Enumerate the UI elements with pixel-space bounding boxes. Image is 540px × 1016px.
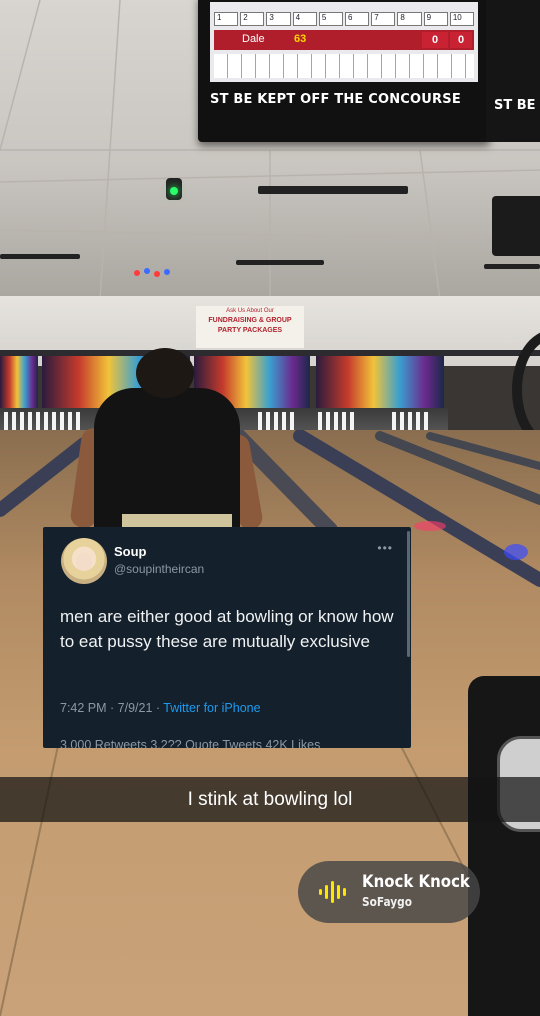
song-title: Knock Knock <box>362 872 470 892</box>
bowler <box>69 348 265 550</box>
ceiling-light-bar <box>236 260 324 265</box>
ball-return-machine <box>468 676 540 1016</box>
ceiling-light-bar <box>258 186 408 194</box>
pins <box>4 412 84 430</box>
avatar[interactable] <box>61 538 107 584</box>
second-ticker: ST BE <box>494 98 536 113</box>
music-sticker[interactable]: Knock Knock SoFaygo <box>298 861 480 923</box>
tweet-author-name[interactable]: Soup <box>114 544 147 559</box>
frame-number: 3 <box>266 12 291 26</box>
sign-line: PARTY PACKAGES <box>217 327 283 334</box>
tweet-scrollbar[interactable] <box>407 531 410 657</box>
frame-number: 8 <box>397 12 422 26</box>
song-artist: SoFaygo <box>362 895 412 909</box>
avatar-face <box>76 553 92 571</box>
speaker <box>492 196 540 256</box>
frame-number: 2 <box>240 12 265 26</box>
sound-wave-icon <box>319 881 346 903</box>
pins <box>318 412 358 430</box>
frame-score: 0 <box>450 32 472 48</box>
frame-number: 9 <box>423 12 448 26</box>
sign-line: FUNDRAISING & GROUP <box>208 317 292 324</box>
ceiling-light-bar <box>484 264 540 269</box>
tweet-stats[interactable]: 3,000 Retweets 3,2?? Quote Tweets 42K Li… <box>60 738 320 748</box>
frame-number: 5 <box>318 12 344 26</box>
player-score: 63 <box>294 33 307 45</box>
scoreboard-ticker: ST BE KEPT OFF THE CONCOURSE <box>210 92 461 107</box>
frame-number: 1 <box>214 12 239 26</box>
frame-number: 10 <box>449 12 475 26</box>
player-row: Dale 63 0 0 <box>214 30 474 50</box>
scoreboard-screen: 1 2 3 4 5 6 7 8 9 10 Dale 63 0 0 <box>210 2 478 82</box>
scoreboard-monitor: 1 2 3 4 5 6 7 8 9 10 Dale 63 0 0 ST BE K… <box>198 0 490 142</box>
tweet-card[interactable]: Soup @soupintheircan ••• men are either … <box>43 527 411 748</box>
player-name: Dale <box>242 33 265 45</box>
more-icon[interactable]: ••• <box>377 541 393 555</box>
bowler-head <box>136 348 194 398</box>
second-monitor: ST BE <box>486 0 540 142</box>
tweet-meta: 7:42 PM · 7/9/21 · Twitter for iPhone <box>60 701 261 715</box>
pins <box>258 412 298 430</box>
frame-score: 0 <box>422 32 448 48</box>
frame-number: 6 <box>345 12 370 26</box>
frame-number: 4 <box>292 12 317 26</box>
caption-bar: I stink at bowling lol <box>0 777 540 822</box>
tweet-source-link[interactable]: Twitter for iPhone <box>163 701 260 715</box>
frame-number: 7 <box>371 12 396 26</box>
tweet-timestamp: 7:42 PM · 7/9/21 · <box>60 701 164 715</box>
lane-mural <box>0 356 38 408</box>
sign-line: Ask Us About Our <box>226 308 274 314</box>
tweet-text: men are either good at bowling or know h… <box>60 607 394 651</box>
pins <box>392 412 432 430</box>
lane-mural <box>316 356 444 408</box>
wall-sign: Ask Us About Our FUNDRAISING & GROUP PAR… <box>196 306 304 348</box>
frame-numbers: 1 2 3 4 5 6 7 8 9 10 <box>214 12 475 26</box>
ceiling-light-bar <box>0 254 80 259</box>
empty-score-grid <box>214 54 474 78</box>
tweet-author-handle[interactable]: @soupintheircan <box>114 562 204 576</box>
party-light <box>130 262 174 284</box>
green-light <box>166 178 182 200</box>
